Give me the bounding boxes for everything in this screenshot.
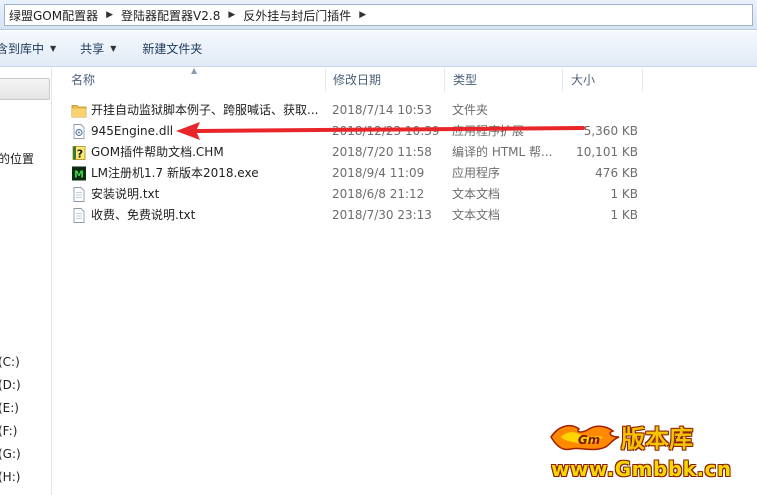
address-bar: 绿盟GOM配置器 ▶ 登陆器配置器V2.8 ▶ 反外挂与封后门插件 ▶ [0, 0, 757, 30]
folder-icon [71, 105, 87, 118]
file-row[interactable]: 收费、免费说明.txt 2018/7/30 23:13 文本文档 1 KB [53, 205, 757, 226]
txt-file-icon [73, 208, 85, 223]
share-button[interactable]: 共享 ▼ [72, 37, 124, 61]
nav-drive-d[interactable]: (D:) [0, 378, 21, 392]
file-name: 开挂自动监狱脚本例子、跨服喊话、获取... [91, 103, 319, 117]
file-size: 1 KB [610, 208, 638, 222]
new-folder-button[interactable]: 新建文件夹 [134, 37, 210, 61]
file-date: 2018/7/14 10:53 [332, 103, 432, 117]
file-row[interactable]: ? GOM插件帮助文档.CHM 2018/7/20 11:58 编译的 HTML… [53, 142, 757, 163]
file-type: 编译的 HTML 帮... [452, 145, 553, 159]
column-header-size[interactable]: 大小 [563, 68, 643, 92]
file-row[interactable]: 开挂自动监狱脚本例子、跨服喊话、获取... 2018/7/14 10:53 文件… [53, 100, 757, 121]
file-row[interactable]: 安装说明.txt 2018/6/8 21:12 文本文档 1 KB [53, 184, 757, 205]
nav-item-location[interactable]: 的位置 [0, 150, 34, 167]
breadcrumb-item-root[interactable]: 绿盟GOM配置器 [5, 7, 102, 24]
column-header-row: ▲ 名称 修改日期 类型 大小 [53, 66, 757, 92]
svg-text:Gm: Gm [578, 433, 600, 447]
nav-drive-h[interactable]: (H:) [0, 470, 20, 484]
dll-icon [73, 124, 85, 139]
nav-drive-e[interactable]: (E:) [0, 401, 19, 415]
file-row[interactable]: M LM注册机1.7 新版本2018.exe 2018/9/4 11:09 应用… [53, 163, 757, 184]
column-header-name[interactable]: 名称 [63, 68, 326, 92]
caret-down-icon: ▼ [110, 44, 117, 53]
file-date: 2018/7/20 11:58 [332, 145, 432, 159]
navigation-pane[interactable]: 的位置 (C:) (D:) (E:) (F:) (G:) (H:) [0, 68, 52, 495]
file-date: 2018/12/23 10:39 [332, 124, 440, 138]
file-name: 收费、免费说明.txt [91, 208, 196, 222]
nav-drive-f[interactable]: (F:) [0, 424, 17, 438]
share-label: 共享 [80, 42, 105, 56]
new-folder-label: 新建文件夹 [142, 42, 203, 56]
breadcrumb[interactable]: 绿盟GOM配置器 ▶ 登陆器配置器V2.8 ▶ 反外挂与封后门插件 ▶ [4, 4, 753, 26]
file-size: 5,360 KB [583, 124, 638, 138]
watermark-url: www.Gmbbk.cn [551, 457, 732, 481]
file-type: 文本文档 [452, 208, 501, 222]
breadcrumb-item-parent[interactable]: 登陆器配置器V2.8 [117, 7, 224, 24]
include-in-library-label: 含到库中 [0, 42, 45, 56]
exe-app-icon: M [72, 166, 86, 181]
command-toolbar: 含到库中 ▼ 共享 ▼ 新建文件夹 [0, 31, 757, 67]
breadcrumb-item-current[interactable]: 反外挂与封后门插件 [239, 7, 355, 24]
file-name: LM注册机1.7 新版本2018.exe [91, 166, 259, 180]
svg-text:M: M [74, 170, 84, 181]
column-header-type[interactable]: 类型 [445, 68, 563, 92]
file-type: 文本文档 [452, 187, 501, 201]
flame-logo-icon: Gm [550, 424, 620, 451]
watermark-logo: Gm 版本库 www.Gmbbk.cn [545, 415, 750, 490]
file-date: 2018/7/30 23:13 [332, 208, 432, 222]
file-type: 应用程序 [452, 166, 501, 180]
chm-help-icon: ? [72, 146, 86, 161]
file-size [568, 100, 638, 121]
file-name: 安装说明.txt [91, 187, 160, 201]
include-in-library-button[interactable]: 含到库中 ▼ [0, 37, 64, 61]
txt-file-icon [73, 187, 85, 202]
file-name: 945Engine.dll [91, 124, 174, 138]
nav-drive-g[interactable]: (G:) [0, 447, 21, 461]
file-date: 2018/9/4 11:09 [332, 166, 425, 180]
nav-drive-c[interactable]: (C:) [0, 355, 20, 369]
file-type: 应用程序扩展 [452, 124, 525, 138]
chevron-right-icon[interactable]: ▶ [224, 10, 239, 20]
file-size: 1 KB [610, 187, 638, 201]
nav-selected-item[interactable] [0, 78, 50, 100]
svg-text:?: ? [77, 148, 83, 161]
chevron-right-icon[interactable]: ▶ [355, 10, 370, 20]
file-row[interactable]: 945Engine.dll 2018/12/23 10:39 应用程序扩展 5,… [53, 121, 757, 142]
chevron-right-icon[interactable]: ▶ [102, 10, 117, 20]
file-type: 文件夹 [452, 103, 489, 117]
file-size: 10,101 KB [576, 145, 638, 159]
file-date: 2018/6/8 21:12 [332, 187, 425, 201]
watermark-brand: 版本库 [621, 425, 693, 453]
file-size: 476 KB [595, 166, 638, 180]
column-header-date[interactable]: 修改日期 [325, 68, 445, 92]
file-name: GOM插件帮助文档.CHM [91, 145, 224, 159]
caret-down-icon: ▼ [50, 44, 57, 53]
